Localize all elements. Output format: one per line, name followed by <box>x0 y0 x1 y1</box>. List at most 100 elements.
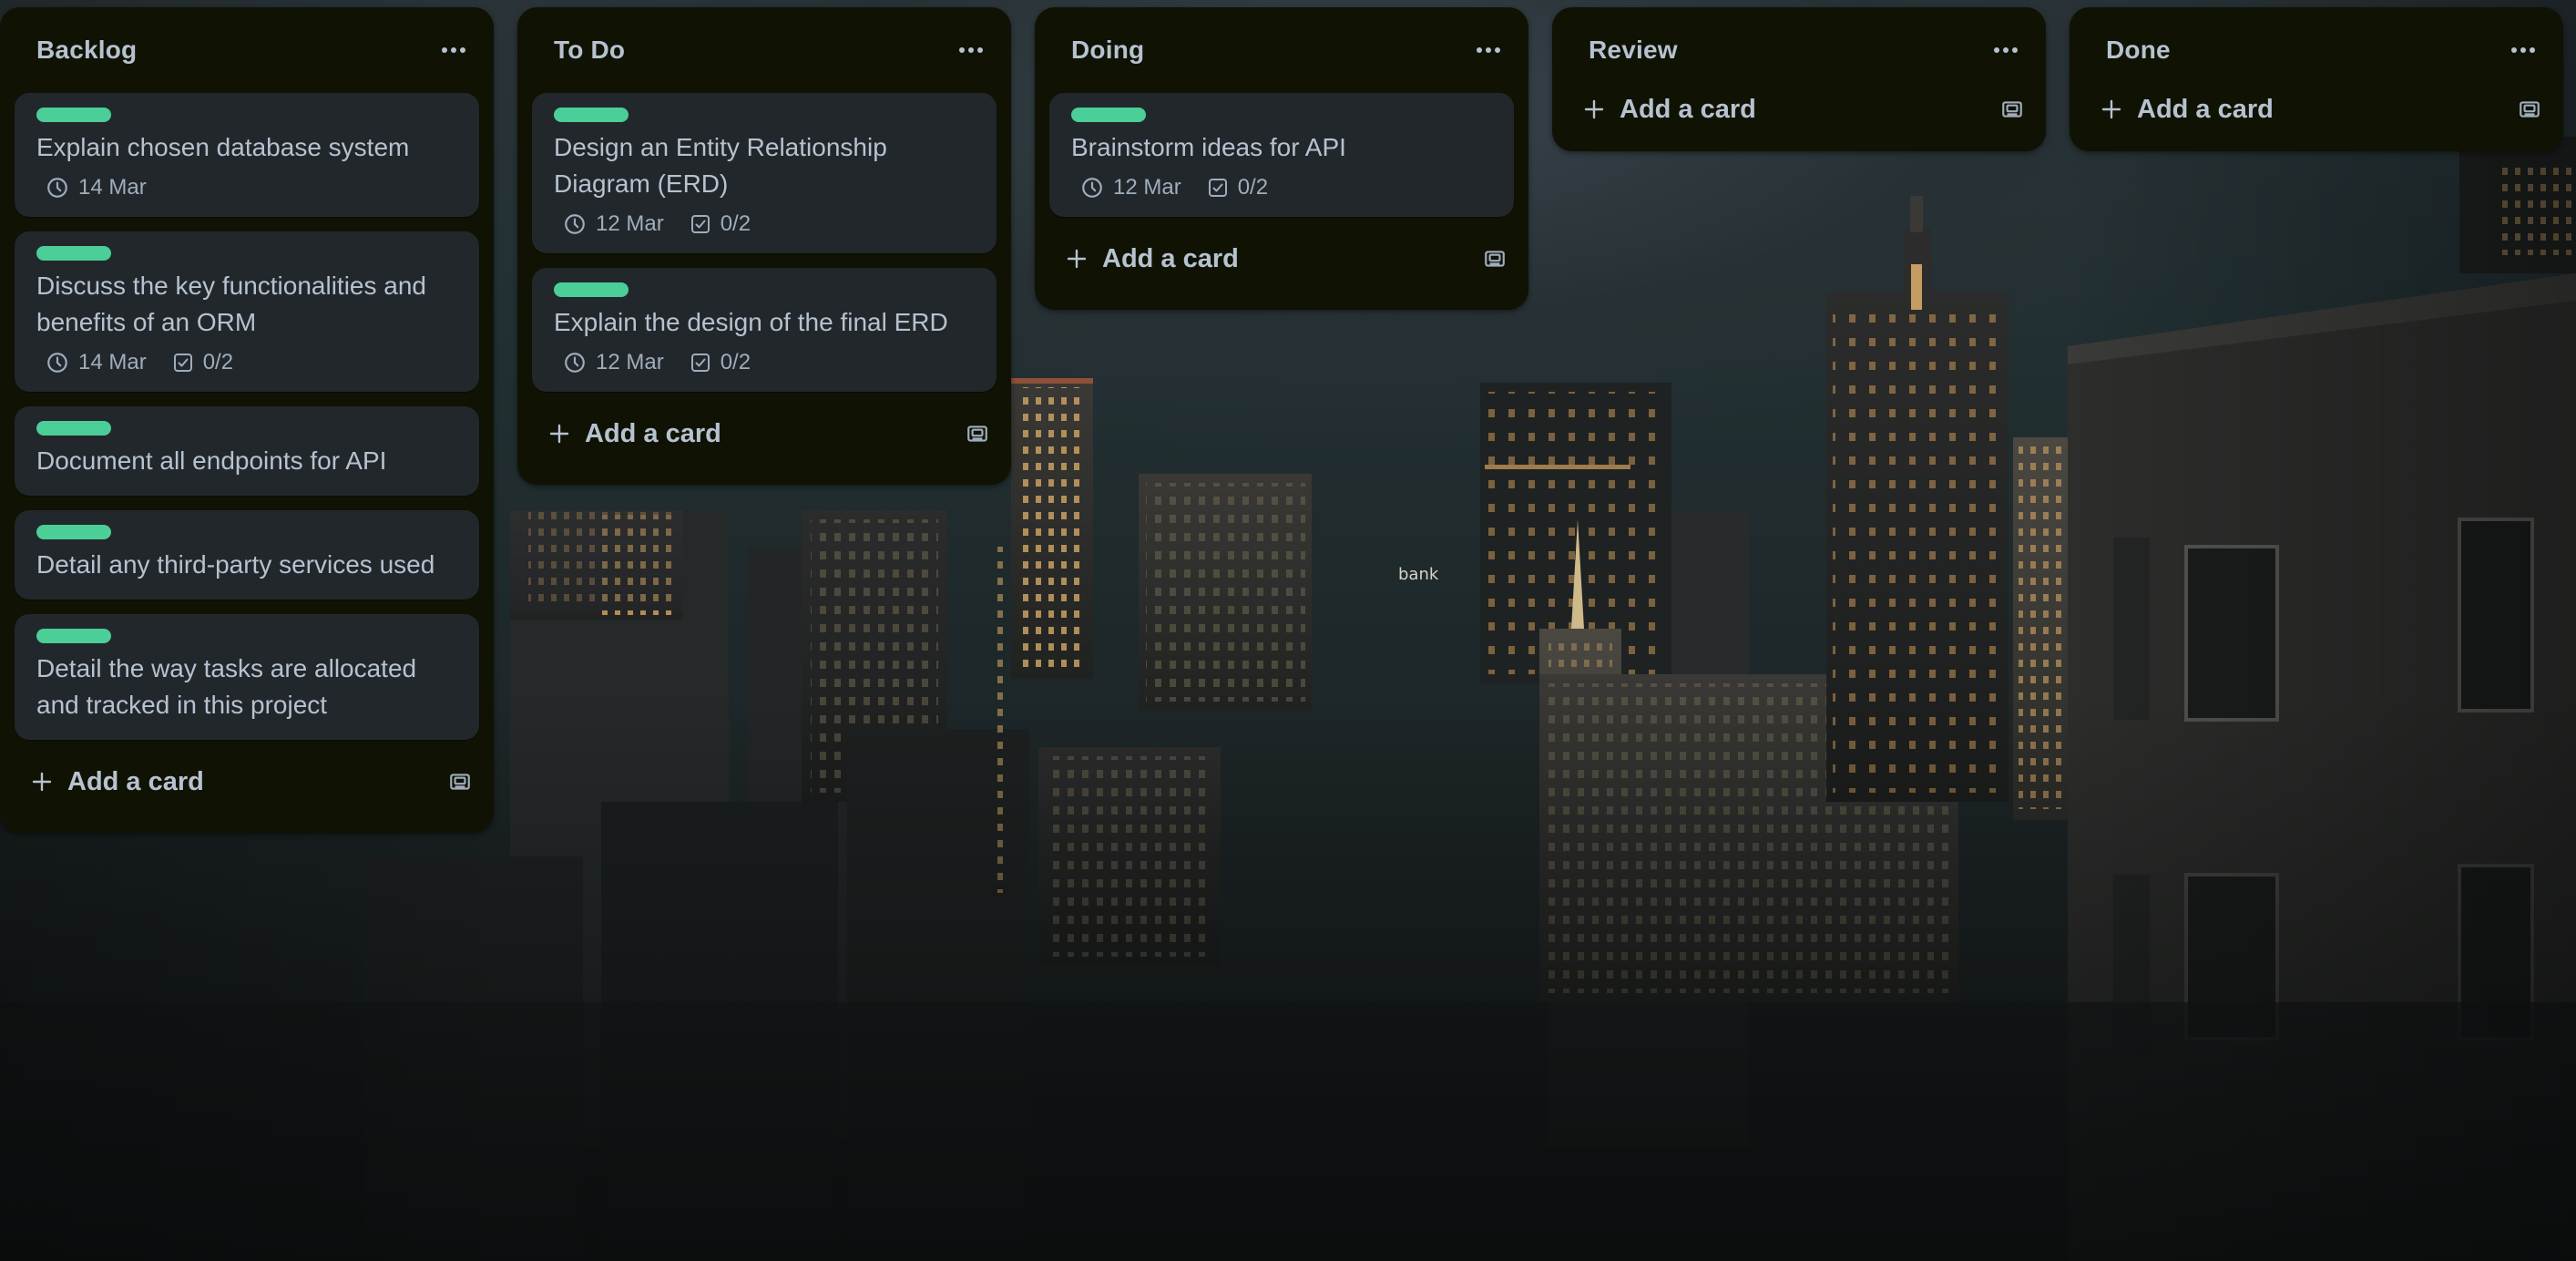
add-card-row: Add a card <box>15 745 479 818</box>
list-title[interactable]: Review <box>1589 36 1678 65</box>
add-card-row: Add a card <box>532 397 997 470</box>
ellipsis-icon[interactable] <box>946 25 997 76</box>
plus-icon <box>1066 248 1088 270</box>
card-label[interactable] <box>1071 108 1146 122</box>
list-doing: Doing Brainstorm ideas for API 12 Mar 0/2 Ad… <box>1035 7 1528 310</box>
list-header[interactable]: Doing <box>1049 7 1514 93</box>
list-title[interactable]: Doing <box>1071 36 1144 65</box>
plus-icon <box>31 771 53 793</box>
checklist-badge: 0/2 <box>172 350 233 375</box>
card-label[interactable] <box>36 421 111 436</box>
card-list: Brainstorm ideas for API 12 Mar 0/2 <box>1049 93 1514 217</box>
card-badges: 12 Mar 0/2 <box>554 350 975 375</box>
clock-icon <box>1080 176 1104 200</box>
clock-icon <box>46 351 69 374</box>
clock-icon <box>563 351 587 374</box>
add-card-label: Add a card <box>1102 243 1239 273</box>
list-review: Review Add a card <box>1552 7 2046 151</box>
card-title: Explain the design of the final ERD <box>554 308 948 336</box>
clock-icon <box>46 176 69 200</box>
card-title: Detail the way tasks are allocated and t… <box>36 654 417 719</box>
card-label[interactable] <box>554 108 629 122</box>
card-title: Detail any third-party services used <box>36 550 435 579</box>
checkbox-icon <box>690 213 711 235</box>
add-card-button[interactable]: Add a card <box>2101 95 2274 125</box>
due-date-text: 14 Mar <box>78 175 147 200</box>
due-date-badge[interactable]: 14 Mar <box>46 350 147 375</box>
card-template-icon[interactable] <box>966 422 989 446</box>
checklist-badge: 0/2 <box>690 350 751 375</box>
add-card-button[interactable]: Add a card <box>1583 95 1756 125</box>
add-card-button[interactable]: Add a card <box>548 419 721 449</box>
card-badges: 12 Mar 0/2 <box>554 211 975 237</box>
card-title: Brainstorm ideas for API <box>1071 133 1346 161</box>
list-header[interactable]: Backlog <box>15 7 479 93</box>
due-date-text: 12 Mar <box>1113 175 1181 200</box>
card-title: Discuss the key functionalities and bene… <box>36 272 426 336</box>
checklist-count: 0/2 <box>720 211 751 236</box>
list-backlog: Backlog Explain chosen database system 14 … <box>0 7 494 833</box>
card[interactable]: Design an Entity Relationship Diagram (E… <box>532 93 997 253</box>
card[interactable]: Brainstorm ideas for API 12 Mar 0/2 <box>1049 93 1514 217</box>
kanban-board: Backlog Explain chosen database system 14 … <box>0 0 2576 1261</box>
card[interactable]: Document all endpoints for API <box>15 406 479 496</box>
checkbox-icon <box>1207 177 1229 199</box>
checkbox-icon <box>690 352 711 374</box>
card-label[interactable] <box>554 282 629 297</box>
card-badges: 12 Mar 0/2 <box>1071 175 1492 200</box>
checklist-count: 0/2 <box>720 350 751 374</box>
card-label[interactable] <box>36 525 111 539</box>
list-header[interactable]: To Do <box>532 7 997 93</box>
card-template-icon[interactable] <box>2518 97 2541 121</box>
plus-icon <box>548 423 570 445</box>
ellipsis-icon[interactable] <box>2498 25 2549 76</box>
ellipsis-icon[interactable] <box>428 25 479 76</box>
add-card-label: Add a card <box>1620 94 1756 124</box>
list-title[interactable]: Backlog <box>36 36 137 65</box>
ellipsis-icon[interactable] <box>1980 25 2031 76</box>
clock-icon <box>563 212 587 236</box>
add-card-label: Add a card <box>2137 94 2274 124</box>
card[interactable]: Explain the design of the final ERD 12 Ma… <box>532 268 997 392</box>
due-date-badge[interactable]: 12 Mar <box>563 350 664 375</box>
card[interactable]: Discuss the key functionalities and bene… <box>15 231 479 392</box>
card-badges: 14 Mar 0/2 <box>36 350 457 375</box>
add-card-button[interactable]: Add a card <box>31 767 204 797</box>
list-title[interactable]: Done <box>2106 36 2171 65</box>
card-label[interactable] <box>36 108 111 122</box>
card-label[interactable] <box>36 629 111 643</box>
due-date-text: 12 Mar <box>596 350 664 374</box>
ellipsis-icon[interactable] <box>1463 25 1514 76</box>
card-list: Explain chosen database system 14 Mar Disc… <box>15 93 479 740</box>
card-template-icon[interactable] <box>1483 247 1507 271</box>
due-date-badge[interactable]: 12 Mar <box>563 211 664 237</box>
card-badges: 14 Mar <box>36 175 457 200</box>
card[interactable]: Detail any third-party services used <box>15 510 479 600</box>
card[interactable]: Detail the way tasks are allocated and t… <box>15 614 479 740</box>
add-card-label: Add a card <box>585 418 721 448</box>
add-card-row: Add a card <box>2084 80 2549 138</box>
add-card-button[interactable]: Add a card <box>1066 244 1239 274</box>
list-to-do: To Do Design an Entity Relationship Diagr… <box>517 7 1011 485</box>
plus-icon <box>1583 98 1605 120</box>
due-date-badge[interactable]: 12 Mar <box>1080 175 1181 200</box>
due-date-text: 12 Mar <box>596 211 664 236</box>
list-done: Done Add a card <box>2070 7 2563 151</box>
add-card-label: Add a card <box>67 766 204 796</box>
list-title[interactable]: To Do <box>554 36 625 65</box>
checkbox-icon <box>172 352 194 374</box>
due-date-text: 14 Mar <box>78 350 147 374</box>
card-title: Explain chosen database system <box>36 133 410 161</box>
checklist-count: 0/2 <box>202 350 234 374</box>
card-list: Design an Entity Relationship Diagram (E… <box>532 93 997 392</box>
card[interactable]: Explain chosen database system 14 Mar <box>15 93 479 217</box>
card-template-icon[interactable] <box>2000 97 2024 121</box>
due-date-badge[interactable]: 14 Mar <box>46 175 147 200</box>
card-label[interactable] <box>36 246 111 261</box>
checklist-count: 0/2 <box>1237 175 1269 200</box>
checklist-badge: 0/2 <box>690 211 751 237</box>
checklist-badge: 0/2 <box>1207 175 1268 200</box>
card-title: Document all endpoints for API <box>36 446 387 475</box>
card-template-icon[interactable] <box>448 770 472 794</box>
card-title: Design an Entity Relationship Diagram (E… <box>554 133 887 198</box>
